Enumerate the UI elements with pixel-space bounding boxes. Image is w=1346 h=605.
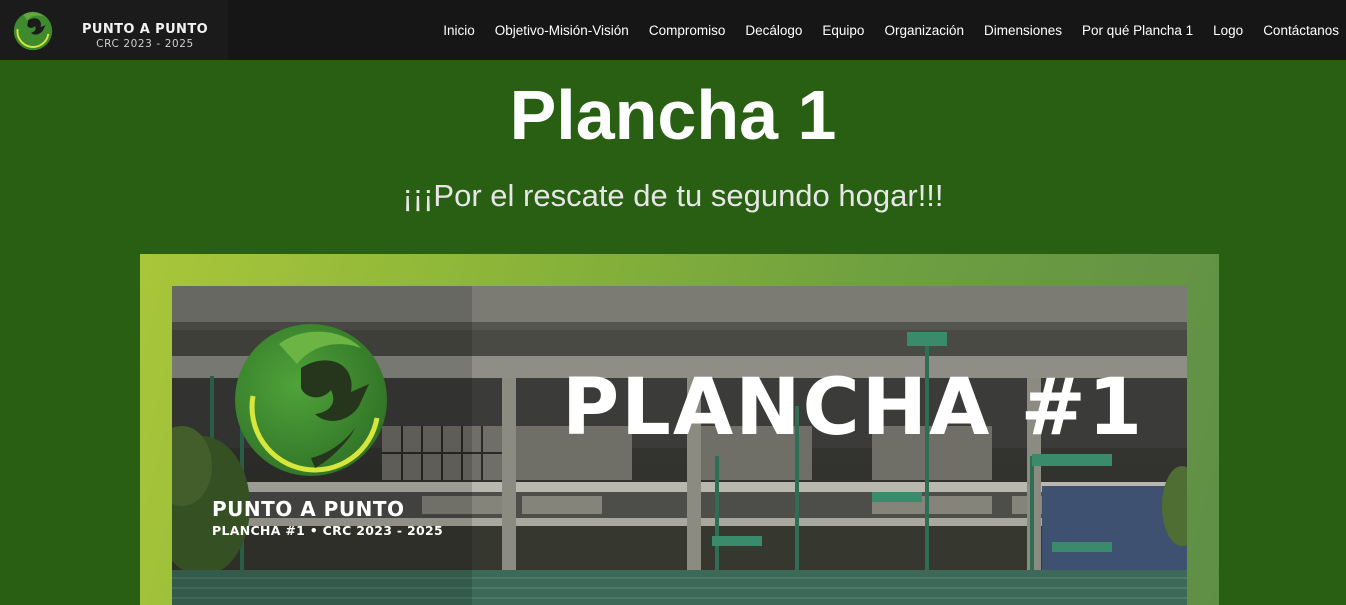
banner-logo-icon [235, 324, 387, 476]
page-subtitle: ¡¡¡Por el rescate de tu segundo hogar!!! [402, 178, 944, 213]
nav-item-compromiso[interactable]: Compromiso [649, 23, 726, 38]
banner-brand: PUNTO A PUNTO [212, 497, 405, 521]
page-title: Plancha 1 [509, 76, 837, 154]
banner-brand-subtitle: PLANCHA #1 • CRC 2023 - 2025 [212, 523, 443, 538]
brand-link[interactable]: PUNTO A PUNTO CRC 2023 - 2025 [0, 0, 228, 60]
main-nav: Inicio Objetivo-Misión-Visión Compromiso… [423, 0, 1339, 60]
nav-item-decalogo[interactable]: Decálogo [745, 23, 802, 38]
nav-item-inicio[interactable]: Inicio [443, 23, 475, 38]
brand-subtitle: CRC 2023 - 2025 [96, 38, 194, 50]
brand-logo-icon [13, 11, 53, 51]
nav-item-logo[interactable]: Logo [1213, 23, 1243, 38]
nav-item-objetivo-mision-vision[interactable]: Objetivo-Misión-Visión [495, 23, 629, 38]
nav-item-equipo[interactable]: Equipo [822, 23, 864, 38]
navbar: PUNTO A PUNTO CRC 2023 - 2025 Inicio Obj… [0, 0, 1346, 60]
nav-item-organizacion[interactable]: Organización [884, 23, 964, 38]
brand-title: PUNTO A PUNTO [81, 22, 209, 37]
nav-item-contactanos[interactable]: Contáctanos [1263, 23, 1339, 38]
nav-item-por-que-plancha-1[interactable]: Por qué Plancha 1 [1082, 23, 1193, 38]
nav-item-dimensiones[interactable]: Dimensiones [984, 23, 1062, 38]
banner-headline: PLANCHA #1 [562, 363, 1145, 453]
